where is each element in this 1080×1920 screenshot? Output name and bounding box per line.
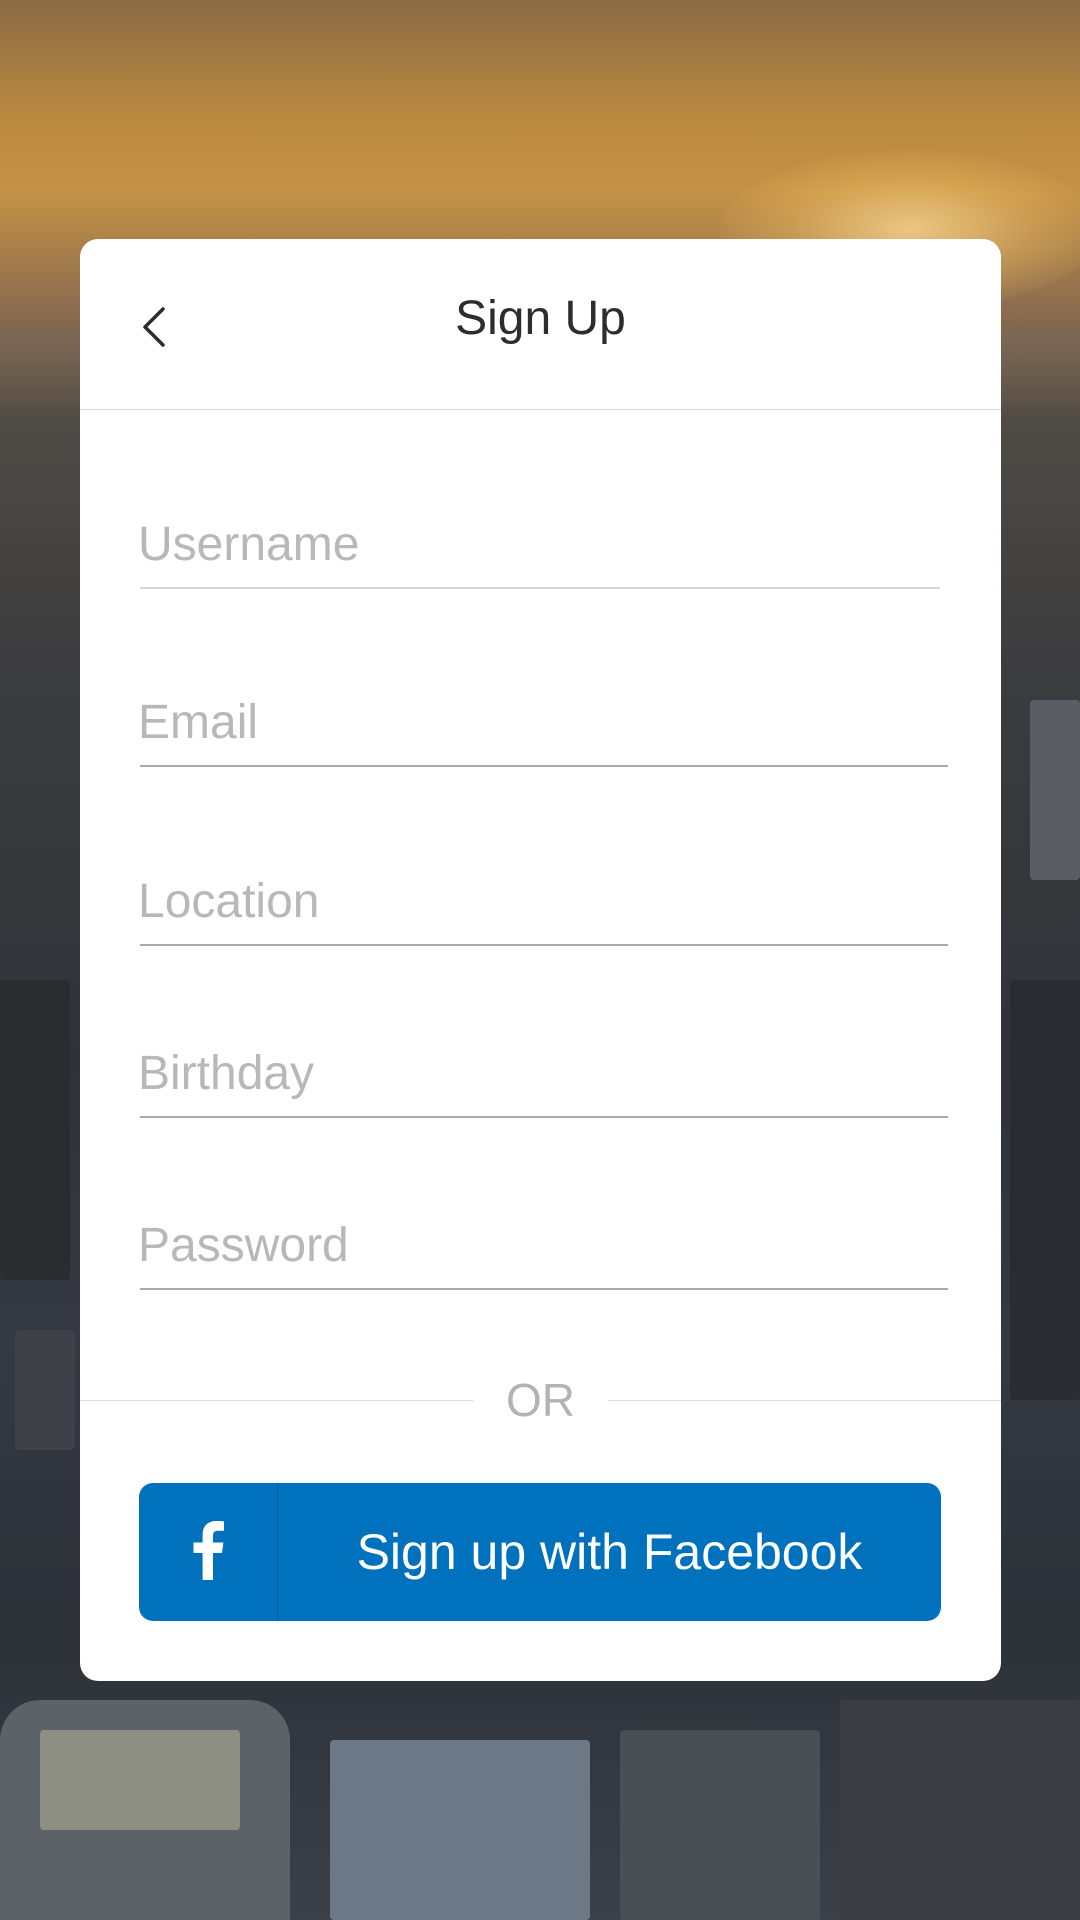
email-input[interactable] (138, 687, 946, 757)
building-shape (15, 1330, 75, 1450)
facebook-button-label: Sign up with Facebook (356, 1524, 863, 1580)
building-shape (1030, 700, 1080, 880)
username-field (138, 509, 946, 589)
facebook-signup-button[interactable]: Sign up with Facebook (139, 1483, 941, 1621)
email-field (138, 687, 948, 767)
email-underline (140, 765, 948, 767)
birthday-underline (140, 1116, 948, 1118)
username-underline (140, 587, 940, 589)
birthday-field (138, 1038, 948, 1118)
username-input[interactable] (138, 509, 946, 579)
page-title: Sign Up (455, 292, 626, 345)
building-shape (40, 1730, 240, 1830)
birthday-input[interactable] (138, 1038, 946, 1108)
location-underline (140, 944, 948, 946)
location-input[interactable] (138, 866, 946, 936)
building-shape (620, 1730, 820, 1920)
password-input[interactable] (138, 1210, 946, 1280)
building-shape (840, 1700, 1080, 1920)
building-shape (1010, 980, 1080, 1400)
facebook-icon-box (139, 1483, 278, 1621)
location-field (138, 866, 948, 946)
password-field (138, 1210, 948, 1290)
or-divider-label: OR (506, 1374, 575, 1426)
card-header: Sign Up (80, 239, 1001, 410)
signup-card: Sign Up OR Sign up with Facebook (80, 239, 1001, 1681)
password-underline (140, 1288, 948, 1290)
building-shape (330, 1740, 590, 1920)
facebook-icon (191, 1520, 225, 1585)
building-shape (0, 980, 70, 1280)
